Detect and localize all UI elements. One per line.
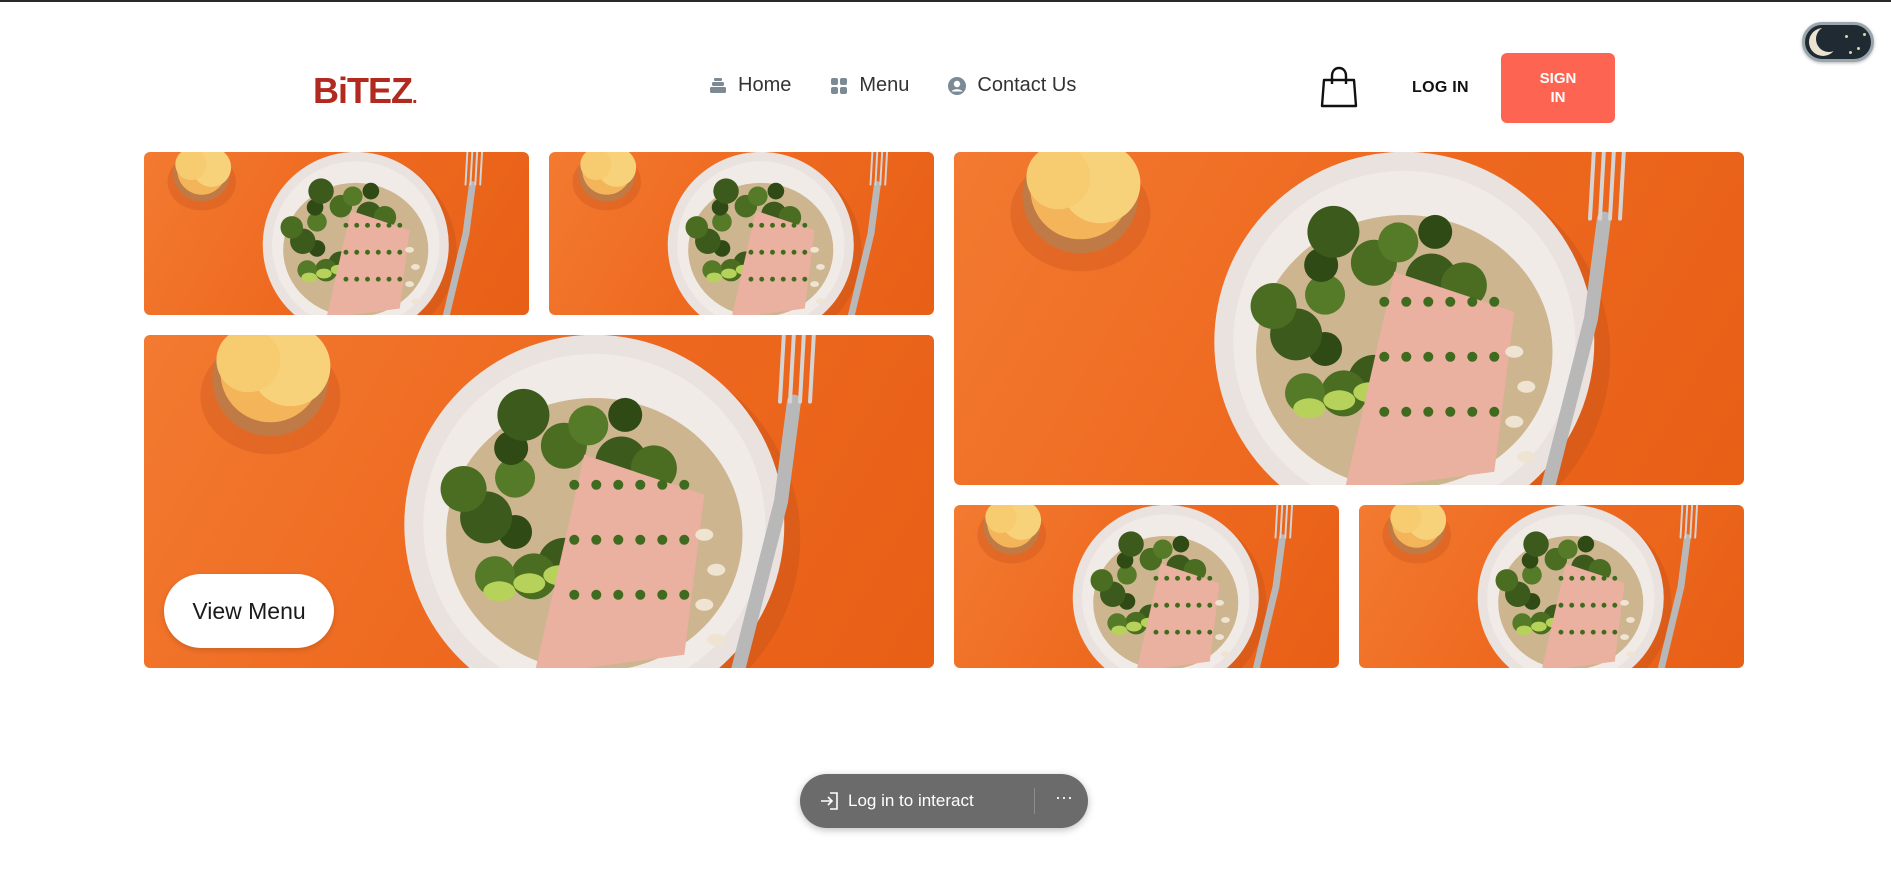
food-tile-large-right [954,152,1744,485]
login-arrow-icon [821,792,838,810]
more-dots-icon[interactable]: ··· [1052,788,1076,812]
nav-item-menu[interactable]: Menu [829,74,909,97]
nav-label-home: Home [738,74,792,96]
food-tile-bottom-right-2 [1359,505,1744,668]
food-tile-bottom-right-1 [954,505,1339,668]
nav-item-home[interactable]: Home [708,74,791,97]
login-to-interact-label: Log in to interact [848,791,974,810]
view-menu-button[interactable]: View Menu [164,574,334,648]
shopping-bag-icon[interactable] [1320,66,1358,108]
brand-logo[interactable]: BiTEZ. [313,70,417,112]
divider [1034,788,1035,814]
food-photo [167,152,484,315]
nav-item-contact[interactable]: Contact Us [947,74,1076,97]
main-nav: Home Menu Contact Us [708,74,1076,97]
food-photo [1010,152,1626,485]
home-stack-icon [710,77,726,93]
signin-button[interactable]: SIGN IN [1501,53,1615,123]
login-link[interactable]: LOG IN [1412,79,1469,97]
nav-label-contact: Contact Us [977,74,1077,96]
food-tile-top-left-1 [144,152,529,315]
login-to-interact-bar[interactable]: Log in to interact ··· [800,774,1088,828]
user-circle-icon [948,76,967,95]
site-header: BiTEZ. Home Menu Contact Us LOG IN SIGN … [0,2,1891,142]
grid-icon [831,77,848,94]
food-tile-top-left-2 [549,152,934,315]
food-photo [977,505,1294,668]
nav-label-menu: Menu [859,74,910,96]
food-photo [572,152,889,315]
food-photo [1382,505,1699,668]
